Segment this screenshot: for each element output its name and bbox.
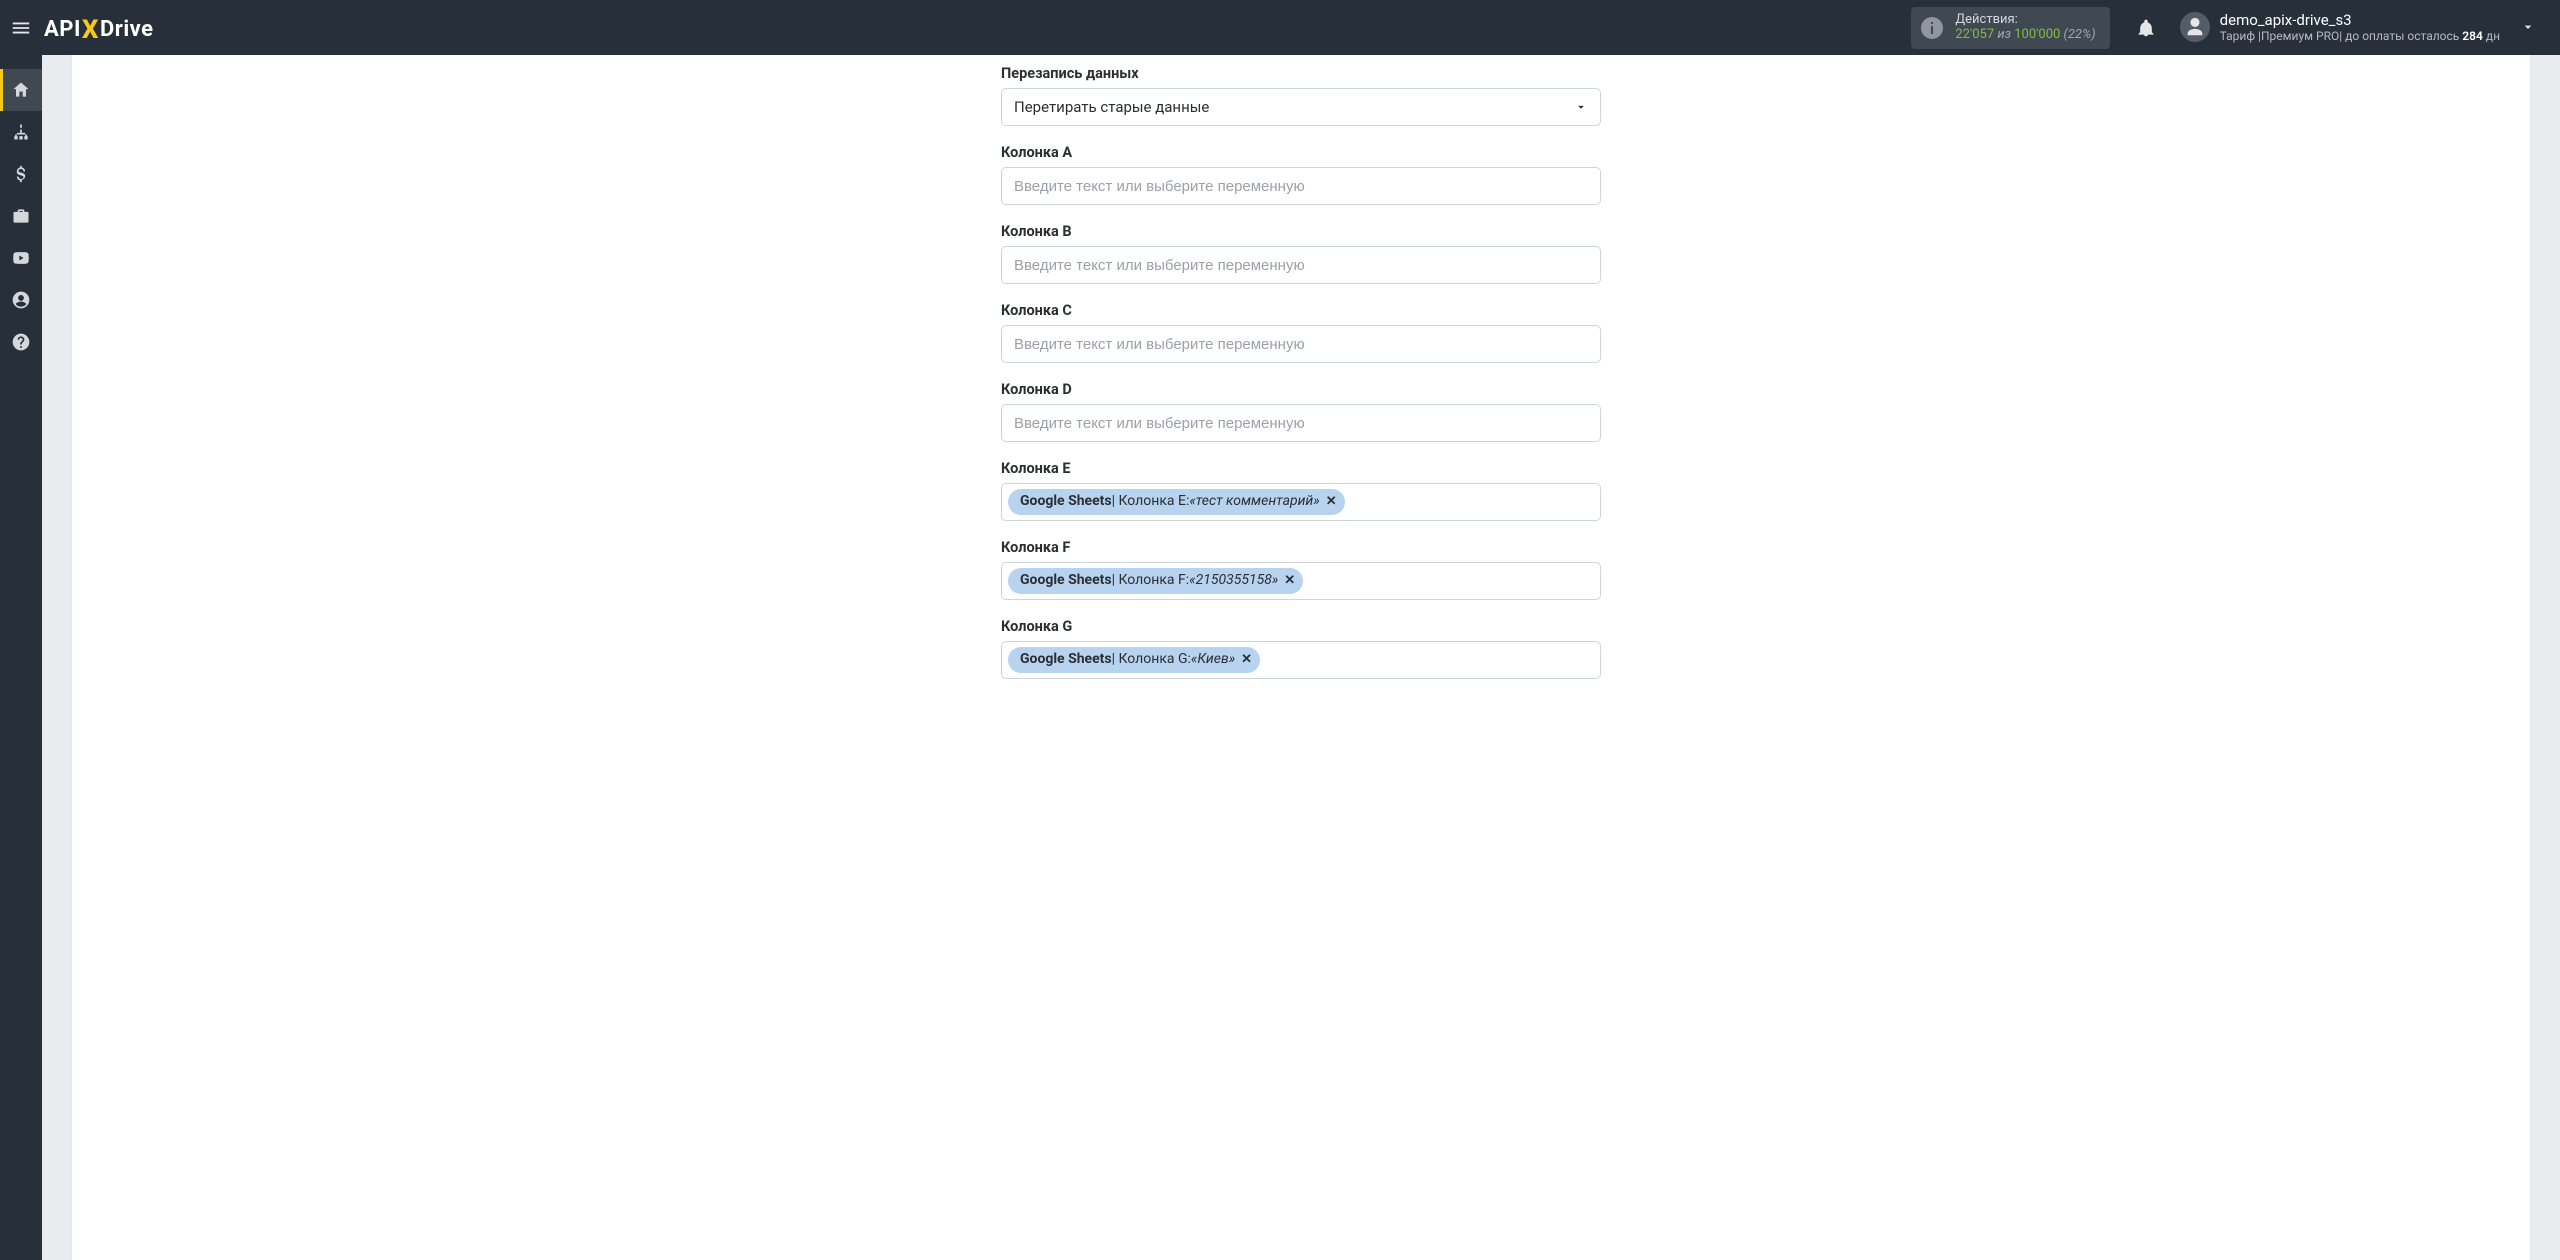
column-b-input[interactable] xyxy=(1001,246,1601,284)
user-subline: Тариф |Премиум PRO| до оплаты осталось 2… xyxy=(2220,29,2500,43)
field-overwrite: Перезапись данных Перетирать старые данн… xyxy=(1001,65,1601,126)
user-caret[interactable] xyxy=(2510,19,2546,35)
logo-text-prefix: API xyxy=(44,17,81,42)
sidebar-item-video[interactable] xyxy=(0,237,42,279)
actions-counter[interactable]: Действия: 22'057 из 100'000 (22%) xyxy=(1911,7,2109,49)
notifications-button[interactable] xyxy=(2128,10,2164,46)
field-column-c: Колонка C xyxy=(1001,302,1601,363)
sidebar-item-account[interactable] xyxy=(0,279,42,321)
token-remove-icon[interactable]: ✕ xyxy=(1284,572,1295,590)
column-a-input[interactable] xyxy=(1001,167,1601,205)
column-g-token: Google Sheets | Колонка G: «Киев» ✕ xyxy=(1008,647,1260,673)
chevron-down-icon xyxy=(1574,100,1588,114)
home-icon xyxy=(11,80,31,100)
column-e-input[interactable]: Google Sheets | Колонка E: «тест коммент… xyxy=(1001,483,1601,521)
hamburger-icon xyxy=(10,17,32,39)
field-label-column-e: Колонка E xyxy=(1001,460,1601,477)
sidebar-item-connections[interactable] xyxy=(0,111,42,153)
sitemap-icon xyxy=(11,122,31,142)
top-header: APIXDrive Действия: 22'057 из 100'000 (2… xyxy=(0,0,2560,55)
field-column-f: Колонка F Google Sheets | Колонка F: «21… xyxy=(1001,539,1601,600)
info-icon xyxy=(1919,15,1945,41)
field-label-column-g: Колонка G xyxy=(1001,618,1601,635)
field-column-g: Колонка G Google Sheets | Колонка G: «Ки… xyxy=(1001,618,1601,679)
bell-icon xyxy=(2136,18,2156,38)
actions-title: Действия: xyxy=(1955,13,2095,28)
actions-numbers: 22'057 из 100'000 (22%) xyxy=(1955,28,2095,43)
column-e-token: Google Sheets | Колонка E: «тест коммент… xyxy=(1008,489,1345,515)
sidebar-item-home[interactable] xyxy=(0,69,42,111)
sidebar xyxy=(0,55,42,1260)
field-column-b: Колонка B xyxy=(1001,223,1601,284)
column-c-input[interactable] xyxy=(1001,325,1601,363)
form-card: Перезапись данных Перетирать старые данн… xyxy=(72,55,2530,1260)
logo[interactable]: APIXDrive xyxy=(44,13,154,43)
overwrite-value: Перетирать старые данные xyxy=(1014,98,1209,116)
content-area: Перезапись данных Перетирать старые данн… xyxy=(42,55,2560,1260)
sidebar-item-billing[interactable] xyxy=(0,153,42,195)
column-g-input[interactable]: Google Sheets | Колонка G: «Киев» ✕ xyxy=(1001,641,1601,679)
question-icon xyxy=(11,332,31,352)
chevron-down-icon xyxy=(2520,19,2536,35)
avatar xyxy=(2180,12,2210,42)
briefcase-icon xyxy=(11,206,31,226)
column-f-input[interactable]: Google Sheets | Колонка F: «2150355158» … xyxy=(1001,562,1601,600)
token-remove-icon[interactable]: ✕ xyxy=(1241,651,1252,669)
sidebar-item-portfolio[interactable] xyxy=(0,195,42,237)
overwrite-select[interactable]: Перетирать старые данные xyxy=(1001,88,1601,126)
user-circle-icon xyxy=(11,290,31,310)
field-label-column-d: Колонка D xyxy=(1001,381,1601,398)
sidebar-item-help[interactable] xyxy=(0,321,42,363)
field-label-column-f: Колонка F xyxy=(1001,539,1601,556)
field-label-overwrite: Перезапись данных xyxy=(1001,65,1601,82)
token-remove-icon[interactable]: ✕ xyxy=(1326,493,1337,511)
dollar-icon xyxy=(11,164,31,184)
user-icon xyxy=(2184,16,2206,38)
field-label-column-a: Колонка A xyxy=(1001,144,1601,161)
menu-button[interactable] xyxy=(0,0,42,55)
column-d-input[interactable] xyxy=(1001,404,1601,442)
column-f-token: Google Sheets | Колонка F: «2150355158» … xyxy=(1008,568,1303,594)
field-column-d: Колонка D xyxy=(1001,381,1601,442)
user-menu[interactable]: demo_apix-drive_s3 Тариф |Премиум PRO| д… xyxy=(2180,11,2546,43)
user-name: demo_apix-drive_s3 xyxy=(2220,11,2500,29)
logo-text-suffix: Drive xyxy=(100,17,154,42)
youtube-icon xyxy=(11,248,31,268)
field-label-column-b: Колонка B xyxy=(1001,223,1601,240)
field-label-column-c: Колонка C xyxy=(1001,302,1601,319)
logo-text-x: X xyxy=(82,15,99,45)
field-column-e: Колонка E Google Sheets | Колонка E: «те… xyxy=(1001,460,1601,521)
field-column-a: Колонка A xyxy=(1001,144,1601,205)
